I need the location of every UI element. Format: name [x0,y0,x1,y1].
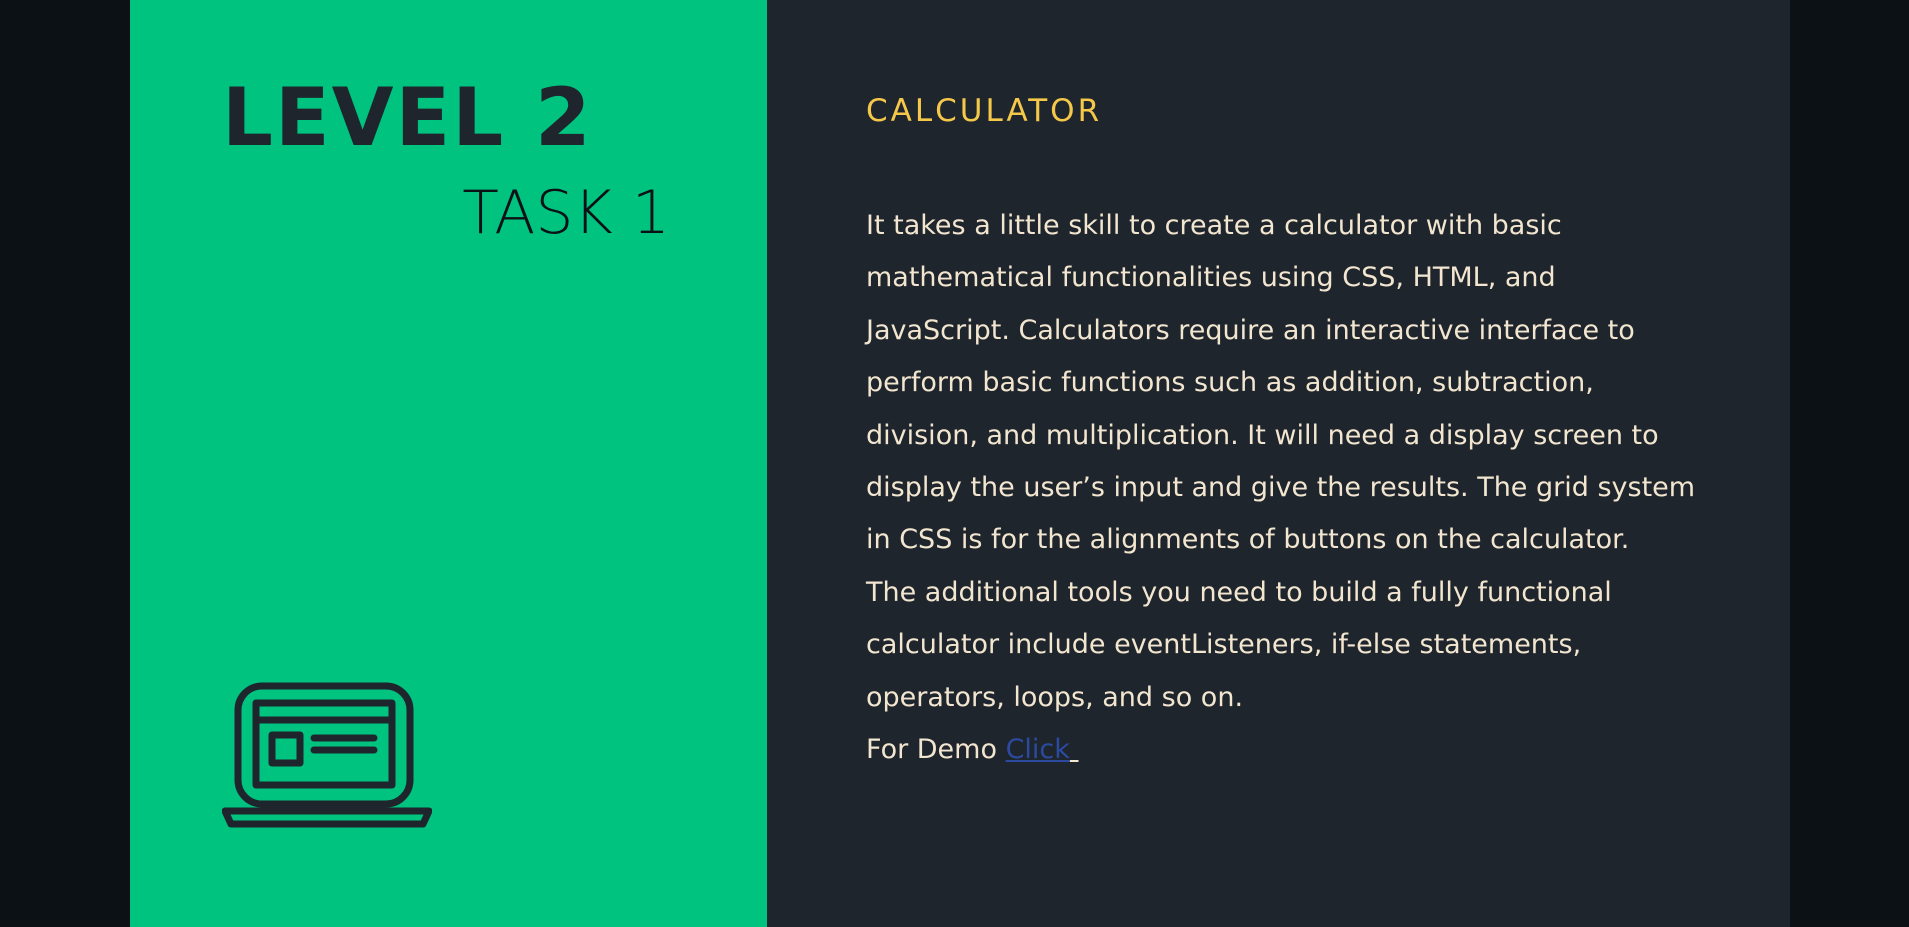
task-heading: TASK 1 [462,178,670,248]
laptop-icon [222,682,432,828]
description-line: perform basic functions such as addition… [866,367,1594,399]
demo-link[interactable]: Click [1006,734,1070,765]
level-heading: LEVEL 2 [222,71,593,164]
link-trailing-space [1070,734,1079,765]
demo-prefix: For Demo [866,734,1006,766]
description-line: display the user’s input and give the re… [866,472,1696,504]
demo-line: For Demo Click [866,724,1726,776]
description-line: division, and multiplication. It will ne… [866,419,1659,451]
task-title: CALCULATOR [866,93,1103,129]
description-line: mathematical functionalities using CSS, … [866,262,1556,294]
description-line: in CSS is for the alignments of buttons … [866,524,1630,556]
description-line: JavaScript. Calculators require an inter… [866,314,1635,346]
description-line: The additional tools you need to build a… [866,576,1612,608]
description-line: operators, loops, and so on. [866,681,1244,713]
description-line: calculator include eventListeners, if-el… [866,629,1582,661]
description-line: It takes a little skill to create a calc… [866,210,1562,241]
task-description: It takes a little skill to create a calc… [866,200,1726,776]
